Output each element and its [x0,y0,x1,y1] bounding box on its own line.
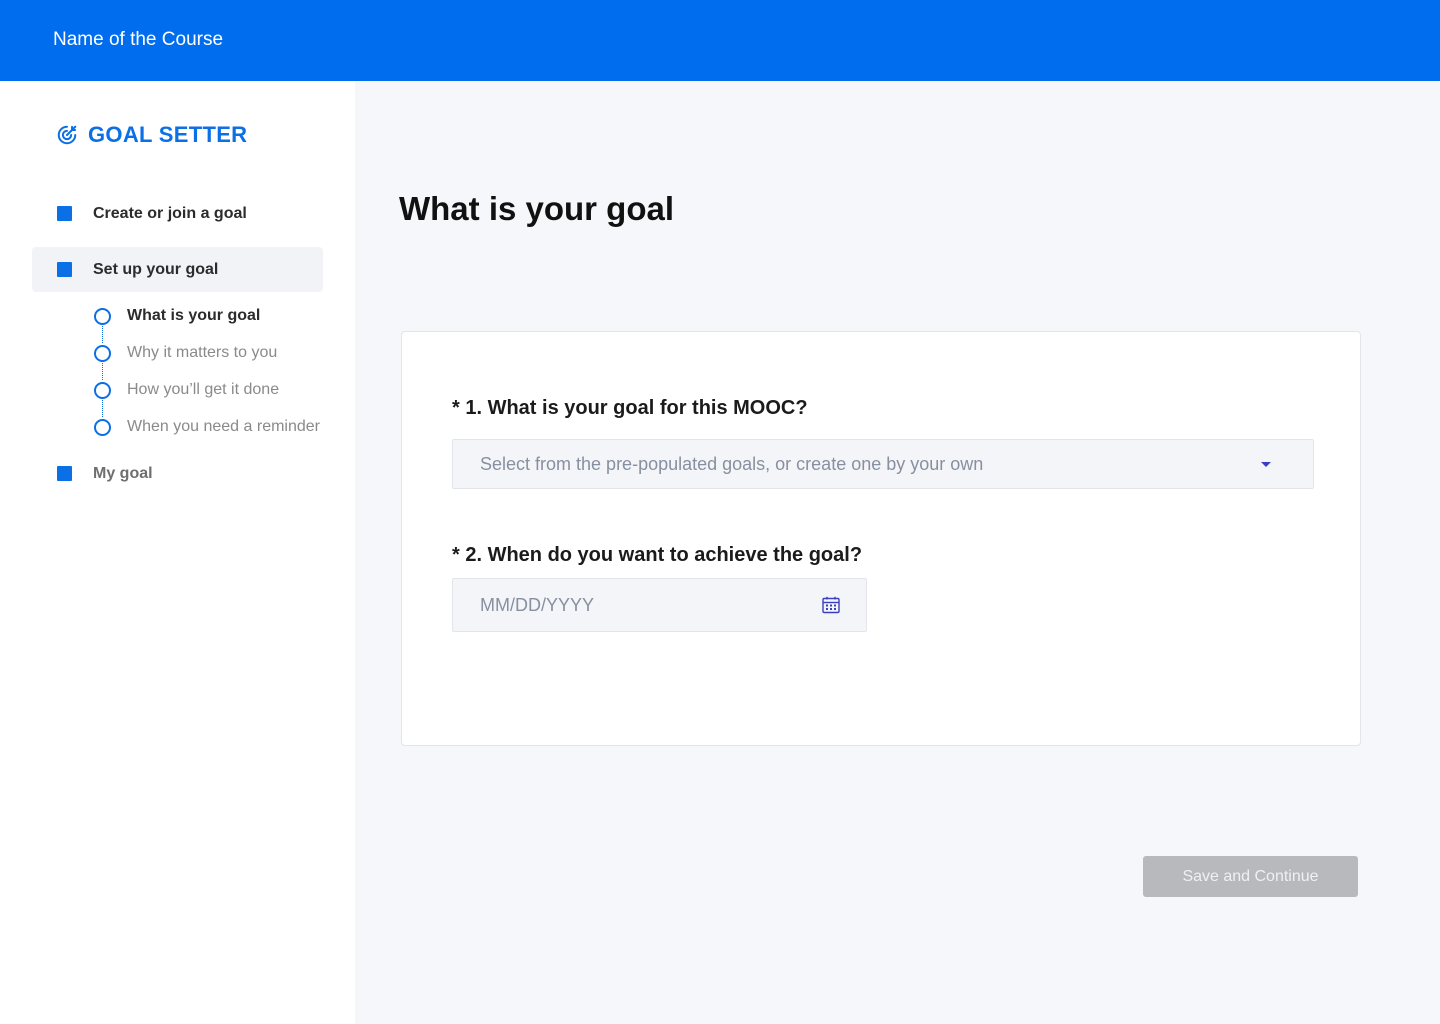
page-title: What is your goal [399,190,675,227]
sub-step-why-it-matters[interactable]: Why it matters to you [94,342,277,364]
save-and-continue-button[interactable]: Save and Continue [1143,856,1358,897]
sidebar-item-set-up-goal[interactable]: Set up your goal [32,247,323,292]
caret-down-icon [1261,461,1271,467]
sub-step-what-is-your-goal[interactable]: What is your goal [94,305,260,327]
brand: GOAL SETTER [56,121,247,149]
course-name: Name of the Course [53,29,224,50]
sidebar-item-label: Create or join a goal [93,204,247,222]
sidebar-item-create-or-join[interactable]: Create or join a goal [32,191,323,236]
question-2-label: * 2. When do you want to achieve the goa… [452,544,863,566]
sidebar-item-label: Set up your goal [93,260,219,278]
step-circle-icon [94,381,111,399]
brand-title: GOAL SETTER [88,122,248,147]
step-circle-icon [94,344,111,362]
sidebar: GOAL SETTER Create or join a goal Set up… [0,81,355,1024]
sub-step-label: Why it matters to you [127,344,278,361]
sub-step-how-get-it-done[interactable]: How you’ll get it done [94,379,279,401]
date-placeholder: MM/DD/YYYY [480,594,595,615]
step-square-icon [57,262,72,277]
step-circle-icon [94,418,111,436]
sub-step-label: What is your goal [127,307,261,324]
step-square-icon [57,206,72,221]
sub-step-label: When you need a reminder [127,418,320,435]
question-1-label: * 1. What is your goal for this MOOC? [452,397,808,419]
top-header-bar: Name of the Course [0,0,1440,81]
sidebar-item-my-goal[interactable]: My goal [32,451,323,496]
goal-date-input[interactable]: MM/DD/YYYY [452,578,867,632]
calendar-icon[interactable] [821,595,841,615]
sub-step-reminder[interactable]: When you need a reminder [94,416,320,438]
step-circle-icon [94,307,111,325]
goal-select-dropdown[interactable]: Select from the pre-populated goals, or … [452,439,1314,489]
goal-select-placeholder: Select from the pre-populated goals, or … [480,453,984,474]
target-icon [57,125,77,145]
step-square-icon [57,466,72,481]
sidebar-item-label: My goal [93,464,153,482]
goal-form-card: * 1. What is your goal for this MOOC? Se… [401,331,1361,746]
sub-step-label: How you’ll get it done [127,381,280,398]
